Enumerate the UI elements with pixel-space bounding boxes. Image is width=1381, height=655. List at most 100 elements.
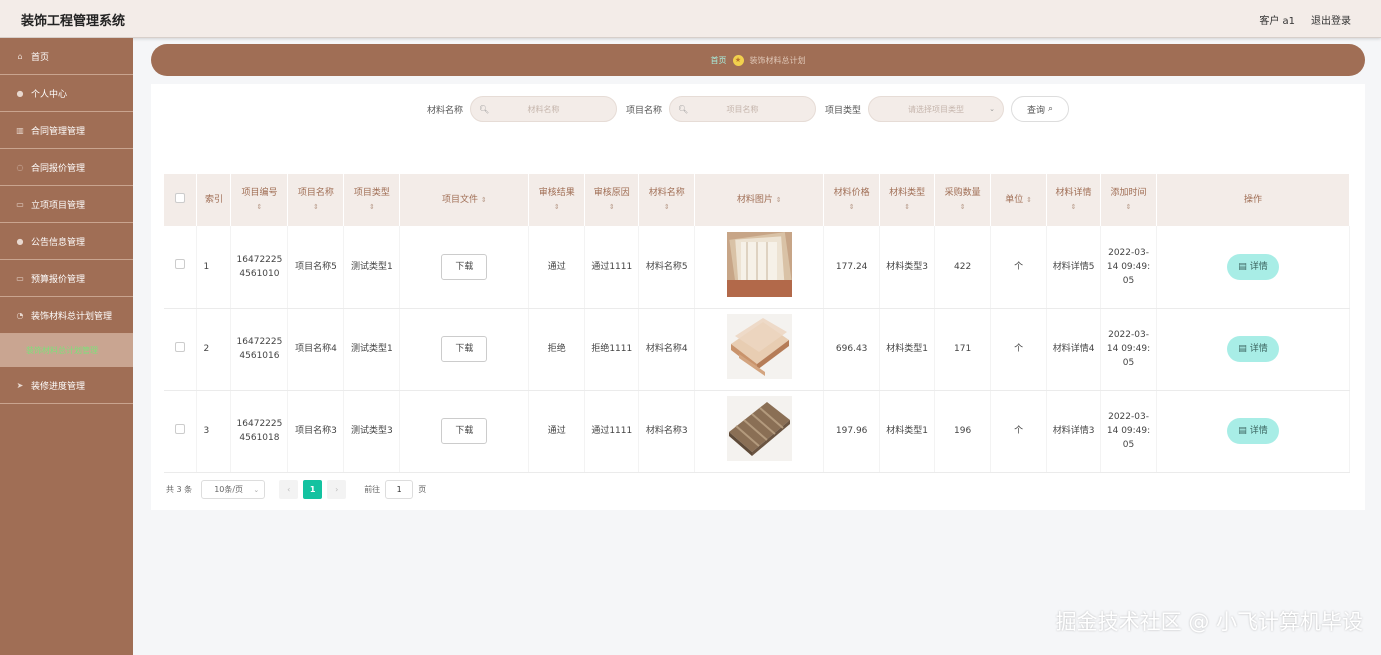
cell-material-image [694, 226, 825, 309]
material-image[interactable] [726, 396, 792, 461]
cell-audit-reason: 通过1111 [584, 390, 640, 473]
project-type-placeholder: 请选择项目类型 [908, 104, 965, 114]
row-select[interactable] [164, 308, 198, 391]
header-audit-result[interactable]: 审核结果 ⇕ [528, 174, 586, 226]
detail-button[interactable]: ▤ 详情 [1227, 418, 1279, 444]
cell-material-detail: 材料详情3 [1046, 390, 1102, 473]
sidebar-item-profile[interactable]: ● 个人中心 [0, 75, 133, 112]
select-all-checkbox[interactable] [175, 192, 186, 203]
project-type-select[interactable]: 请选择项目类型 ⌄ [868, 96, 1005, 122]
cell-add-time: 2022-03- 14 09:49: 05 [1100, 308, 1158, 391]
sort-icon: ⇕ [663, 203, 670, 211]
prev-page-button[interactable]: ‹ [279, 480, 299, 499]
user-icon: ● [16, 88, 24, 98]
sidebar-item-material-plan[interactable]: ◔ 装饰材料总计划管理 [0, 297, 133, 334]
logout-link[interactable]: 退出登录 [1311, 12, 1351, 27]
header-purchase-qty[interactable]: 采购数量 ⇕ [934, 174, 992, 226]
search-icon: ⌕ [1048, 104, 1054, 114]
sidebar-item-home[interactable]: ⌂ 首页 [0, 38, 133, 75]
page-size-select[interactable]: 10条/页 ⌄ [201, 480, 266, 499]
current-user[interactable]: 客户 a1 [1259, 12, 1295, 27]
header-project-file[interactable]: 项目文件 ⇕ [399, 174, 530, 226]
sidebar-subitem-material-plan[interactable]: 装饰材料总计划管理 [0, 334, 133, 367]
sort-icon: ⇕ [368, 203, 375, 211]
cell-project-file: 下载 [399, 226, 530, 309]
sidebar-item-label: 首页 [31, 52, 50, 63]
chevron-right-icon: › [335, 485, 339, 494]
sidebar-item-contract[interactable]: ▥ 合同管理管理 [0, 112, 133, 149]
sort-icon: ⇕ [256, 203, 263, 211]
header-audit-reason[interactable]: 审核原因 ⇕ [584, 174, 640, 226]
detail-button[interactable]: ▤ 详情 [1227, 253, 1279, 280]
cell-actions: ▤ 详情 [1156, 226, 1350, 309]
total-count: 共 3 条 [166, 485, 193, 494]
chevron-left-icon: ‹ [287, 485, 291, 494]
cell-material-type: 材料类型3 [879, 226, 936, 309]
select-all-header[interactable] [164, 174, 198, 226]
material-image[interactable] [726, 231, 792, 297]
download-button[interactable]: 下载 [441, 418, 488, 444]
header-material-image[interactable]: 材料图片 ⇕ [694, 174, 825, 226]
sidebar-item-notice[interactable]: ● 公告信息管理 [0, 223, 133, 260]
sort-icon: ⇕ [848, 203, 855, 211]
header-material-detail[interactable]: 材料详情 ⇕ [1046, 174, 1102, 226]
sort-icon: ⇕ [904, 203, 911, 211]
cell-actions: ▤ 详情 [1156, 308, 1350, 391]
sidebar-item-budget[interactable]: ▭ 预算报价管理 [0, 260, 133, 297]
cell-project-type: 测试类型1 [343, 308, 401, 391]
page-1-button[interactable]: 1 [303, 480, 323, 499]
watermark: 掘金技术社区 @ 小飞计算机毕设 [1055, 610, 1363, 634]
query-button[interactable]: 查询 ⌕ [1011, 96, 1070, 122]
header-material-price[interactable]: 材料价格 ⇕ [823, 174, 881, 226]
query-label: 查询 [1027, 105, 1046, 116]
next-page-button[interactable]: › [327, 480, 347, 499]
sidebar-item-label: 合同管理管理 [31, 126, 86, 137]
header-add-time[interactable]: 添加时间 ⇕ [1100, 174, 1158, 226]
breadcrumb-home[interactable]: 首页 [711, 55, 727, 66]
cell-unit: 个 [990, 390, 1048, 473]
detail-button[interactable]: ▤ 详情 [1227, 336, 1279, 362]
header-material-name[interactable]: 材料名称 ⇕ [638, 174, 696, 226]
cell-purchase-qty: 196 [934, 390, 992, 473]
material-image[interactable] [726, 314, 792, 379]
project-name-placeholder: 项目名称 [726, 104, 759, 114]
row-select[interactable] [164, 226, 198, 309]
lightbulb-icon: ◌ [16, 162, 24, 172]
header-unit[interactable]: 单位 ⇕ [990, 174, 1048, 226]
sidebar-item-progress[interactable]: ➤ 装修进度管理 [0, 367, 133, 404]
row-checkbox[interactable] [175, 341, 186, 352]
download-button[interactable]: 下载 [441, 336, 488, 362]
user-icon: ● [16, 236, 24, 246]
sort-icon: ⇕ [553, 203, 560, 211]
sidebar-item-label: 合同报价管理 [31, 163, 86, 174]
sidebar-item-contract-quote[interactable]: ◌ 合同报价管理 [0, 149, 133, 186]
row-select[interactable] [164, 390, 198, 473]
row-checkbox[interactable] [175, 423, 186, 434]
sort-icon: ⇕ [313, 203, 319, 211]
cell-project-type: 测试类型3 [343, 390, 401, 473]
cell-audit-reason: 拒绝1111 [584, 308, 640, 391]
download-button[interactable]: 下载 [441, 253, 488, 280]
cell-project-no: 16472225 4561018 [230, 390, 289, 473]
cell-purchase-qty: 422 [934, 226, 992, 309]
header-project-no[interactable]: 项目编号 ⇕ [230, 174, 289, 226]
sidebar: ⌂ 首页 ● 个人中心 ▥ 合同管理管理 ◌ 合同报价管理 ▭ 立项项目管理 ● 公告信息管… [0, 38, 133, 655]
sidebar-item-label: 预算报价管理 [31, 274, 86, 285]
cell-project-name: 项目名称4 [287, 308, 345, 391]
project-name-input[interactable]: 🔍︎ 项目名称 [669, 96, 817, 122]
goto-page-input[interactable]: 1 [385, 480, 414, 499]
header-material-type[interactable]: 材料类型 ⇕ [879, 174, 936, 226]
page-suffix: 页 [418, 485, 427, 494]
header-project-name[interactable]: 项目名称 ⇕ [287, 174, 345, 226]
cell-project-file: 下载 [399, 308, 530, 391]
sidebar-item-label: 立项项目管理 [31, 200, 86, 211]
chart-icon: ▥ [16, 125, 24, 135]
cell-add-time: 2022-03- 14 09:49: 05 [1100, 390, 1158, 473]
material-name-label: 材料名称 [427, 105, 464, 116]
sidebar-item-project[interactable]: ▭ 立项项目管理 [0, 186, 133, 223]
header-project-type[interactable]: 项目类型 ⇕ [343, 174, 401, 226]
cell-index: 1 [196, 226, 232, 309]
row-checkbox[interactable] [175, 259, 186, 270]
material-name-input[interactable]: 🔍︎ 材料名称 [470, 96, 618, 122]
cell-material-name: 材料名称4 [638, 308, 696, 391]
